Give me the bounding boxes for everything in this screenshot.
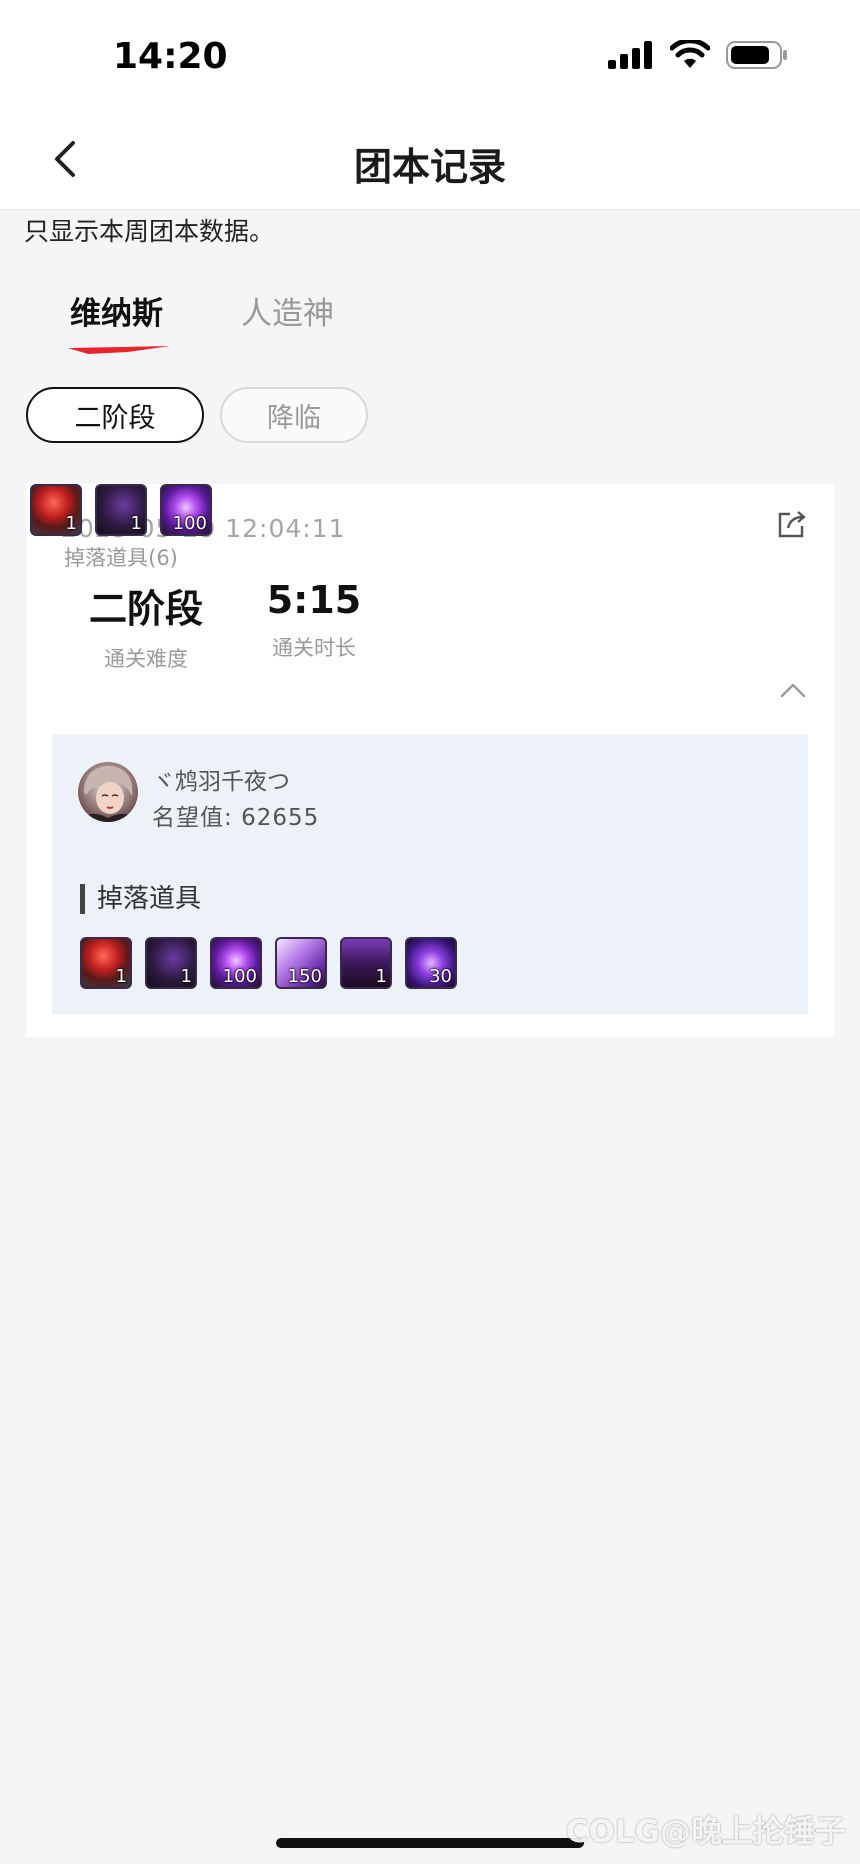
difficulty-value: 二阶段 [88,587,203,631]
raid-tabs: 维纳斯 人造神 [0,288,860,358]
cellular-signal-icon [608,41,652,69]
purple-orb-item-icon[interactable]: 100 [160,484,212,536]
detail-drops-row: 1 1 100 150 1 30 [80,937,457,989]
item-count: 100 [172,513,207,534]
drops-summary-row: 1 1 100 [26,484,216,536]
tab-venus[interactable]: 维纳斯 [70,288,163,333]
drops-summary[interactable]: 1 1 100 掉落道具(6) [26,484,216,572]
purple-chain-item-icon[interactable]: 1 [145,937,197,989]
watermark: COLG@晚上抡锤子 [565,1814,846,1850]
duration-stat: 5:15 通关时长 [239,578,389,662]
item-count: 1 [130,513,142,534]
duration-label: 通关时长 [272,636,356,660]
red-gem-item-icon[interactable]: 1 [80,937,132,989]
page-title: 团本记录 [353,145,506,189]
stage-filter-descent[interactable]: 降临 [220,387,368,443]
purple-chain-item-icon[interactable]: 1 [95,484,147,536]
player-fame: 名望值: 62655 [152,798,319,832]
red-gem-item-icon[interactable]: 1 [30,484,82,536]
share-icon[interactable] [776,508,808,540]
fame-value: 62655 [241,805,320,831]
battery-icon [726,41,787,69]
player-detail-panel: ヾ鸩羽千夜つ 名望值: 62655 掉落道具 1 1 100 150 1 30 [52,734,808,1014]
item-count: 1 [180,966,192,987]
tab-artificial-god[interactable]: 人造神 [241,288,334,333]
drops-heading: 掉落道具 [80,884,201,914]
item-count: 1 [375,966,387,987]
player-name: ヾ鸩羽千夜つ [152,769,290,795]
purple-swirl-item-icon[interactable]: 30 [405,937,457,989]
raid-record-card: 2025-05-29 12:04:11 二阶段 通关难度 5:15 通关时长 1… [26,484,834,1037]
player-avatar[interactable] [78,762,138,822]
chevron-up-icon[interactable] [778,680,808,700]
stage-filter-phase-two[interactable]: 二阶段 [26,387,204,443]
difficulty-stat: 二阶段 通关难度 [71,578,221,673]
purple-wing-item-icon[interactable]: 150 [275,937,327,989]
wifi-icon [670,40,710,68]
purple-box-item-icon[interactable]: 1 [340,937,392,989]
status-time: 14:20 [113,36,228,77]
avatar-portrait-icon [78,762,138,822]
item-count: 150 [287,966,322,987]
item-count: 100 [222,966,257,987]
drops-count-label: 掉落道具(6) [64,546,178,570]
fame-label: 名望值: [152,805,233,831]
item-count: 30 [429,966,452,987]
weekly-notice: 只显示本周团本数据。 [24,217,275,246]
status-bar: 14:20 [0,0,860,110]
navigation-bar: 团本记录 [0,110,860,210]
difficulty-label: 通关难度 [104,647,188,671]
item-count: 1 [115,966,127,987]
active-tab-indicator [68,346,170,354]
status-icons [608,40,788,70]
home-indicator[interactable] [276,1838,584,1848]
duration-value: 5:15 [266,578,362,622]
item-count: 1 [65,513,77,534]
purple-orb-item-icon[interactable]: 100 [210,937,262,989]
